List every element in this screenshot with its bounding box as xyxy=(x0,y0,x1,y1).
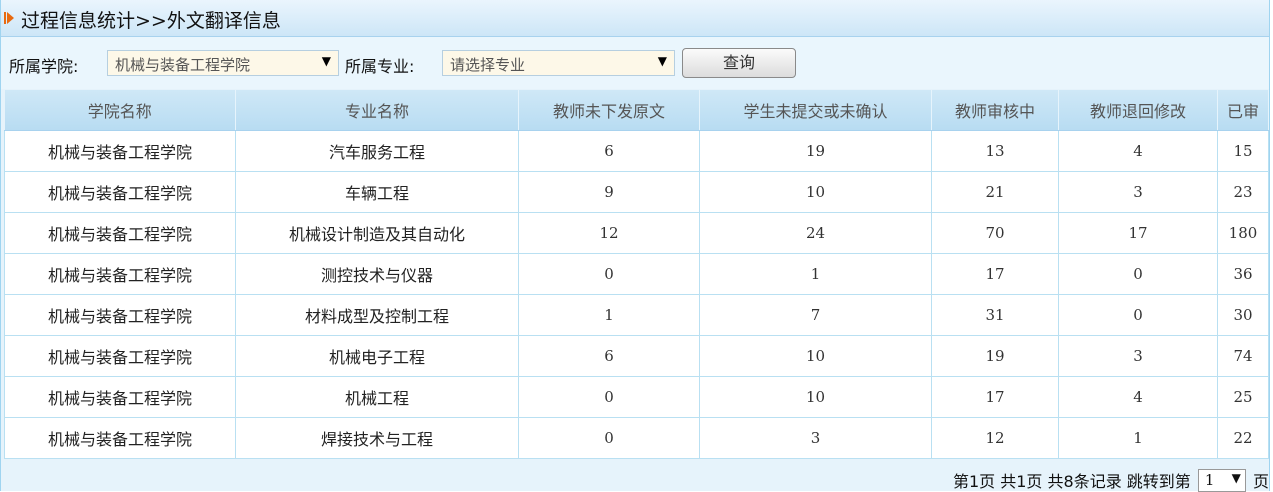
column-header: 已审 xyxy=(1217,90,1269,131)
table-cell: 机械与装备工程学院 xyxy=(4,212,236,254)
table-cell: 机械与装备工程学院 xyxy=(4,253,236,295)
table-cell: 焊接技术与工程 xyxy=(235,417,519,459)
table-cell: 机械与装备工程学院 xyxy=(4,376,236,418)
title-arrow-icon xyxy=(7,12,14,24)
column-header: 学生未提交或未确认 xyxy=(699,90,932,131)
table-cell: 31 xyxy=(931,294,1059,336)
filter-bar: 所属学院: 机械与装备工程学院 ▼ 所属专业: 请选择专业 ▼ 查询 xyxy=(1,37,1269,89)
table-cell: 3 xyxy=(1058,335,1218,377)
table-cell: 12 xyxy=(931,417,1059,459)
table-cell: 36 xyxy=(1217,253,1269,295)
table-cell: 23 xyxy=(1217,171,1269,213)
title-bar: 过程信息统计>>外文翻译信息 xyxy=(1,0,1269,37)
table-row: 机械与装备工程学院 车辆工程 9 10 21 3 23 xyxy=(4,171,1269,213)
table-cell: 17 xyxy=(931,253,1059,295)
college-select-value: 机械与装备工程学院 xyxy=(115,56,251,74)
major-select-placeholder: 请选择专业 xyxy=(450,56,526,74)
table-cell: 1 xyxy=(518,294,700,336)
table-cell: 0 xyxy=(518,253,700,295)
table-cell: 17 xyxy=(931,376,1059,418)
table-cell: 1 xyxy=(1058,417,1218,459)
table-cell: 0 xyxy=(1058,253,1218,295)
table-cell: 机械与装备工程学院 xyxy=(4,417,236,459)
table-cell: 0 xyxy=(518,376,700,418)
table-cell: 15 xyxy=(1217,130,1269,172)
table-body: 机械与装备工程学院 汽车服务工程 6 19 13 4 15 机械与装备工程学院 车辆工程 9 10 2… xyxy=(4,130,1269,459)
table-cell: 13 xyxy=(931,130,1059,172)
page-title: 过程信息统计>>外文翻译信息 xyxy=(21,10,281,32)
table-cell: 19 xyxy=(931,335,1059,377)
college-select[interactable]: 机械与装备工程学院 ▼ xyxy=(107,50,339,76)
pagination-summary: 第1页 共1页 共8条记录 跳转到第 xyxy=(952,472,1191,491)
table-cell: 6 xyxy=(518,335,700,377)
table-cell: 机械工程 xyxy=(235,376,519,418)
table-cell: 21 xyxy=(931,171,1059,213)
major-select[interactable]: 请选择专业 ▼ xyxy=(442,50,675,76)
query-button[interactable]: 查询 xyxy=(682,48,796,78)
column-header: 教师未下发原文 xyxy=(518,90,700,131)
table-cell: 10 xyxy=(699,376,932,418)
table-row: 机械与装备工程学院 材料成型及控制工程 1 7 31 0 30 xyxy=(4,294,1269,336)
table-cell: 7 xyxy=(699,294,932,336)
college-label: 所属学院: xyxy=(9,57,79,76)
table-row: 机械与装备工程学院 焊接技术与工程 0 3 12 1 22 xyxy=(4,417,1269,459)
table-cell: 机械与装备工程学院 xyxy=(4,335,236,377)
dropdown-arrow-icon: ▼ xyxy=(657,54,667,68)
table-cell: 材料成型及控制工程 xyxy=(235,294,519,336)
table-cell: 12 xyxy=(518,212,700,254)
table-cell: 1 xyxy=(699,253,932,295)
table-cell: 车辆工程 xyxy=(235,171,519,213)
table-cell: 3 xyxy=(1058,171,1218,213)
title-marker-icon xyxy=(4,12,6,24)
table-cell: 机械与装备工程学院 xyxy=(4,130,236,172)
table-cell: 17 xyxy=(1058,212,1218,254)
dropdown-arrow-icon: ▼ xyxy=(1231,470,1241,485)
column-header: 学院名称 xyxy=(4,90,236,131)
table-cell: 测控技术与仪器 xyxy=(235,253,519,295)
table-cell: 70 xyxy=(931,212,1059,254)
column-header: 教师审核中 xyxy=(931,90,1059,131)
table-cell: 汽车服务工程 xyxy=(235,130,519,172)
table-cell: 4 xyxy=(1058,130,1218,172)
table-cell: 机械设计制造及其自动化 xyxy=(235,212,519,254)
table-cell: 10 xyxy=(699,171,932,213)
pagination-suffix: 页 xyxy=(1252,472,1269,491)
table-row: 机械与装备工程学院 机械工程 0 10 17 4 25 xyxy=(4,376,1269,418)
table-row: 机械与装备工程学院 机械设计制造及其自动化 12 24 70 17 180 xyxy=(4,212,1269,254)
table-row: 机械与装备工程学院 测控技术与仪器 0 1 17 0 36 xyxy=(4,253,1269,295)
table-cell: 0 xyxy=(518,417,700,459)
stats-table: 学院名称 专业名称 教师未下发原文 学生未提交或未确认 教师审核中 教师退回修改 已审 机械… xyxy=(4,90,1269,459)
table-cell: 6 xyxy=(518,130,700,172)
table-row: 机械与装备工程学院 机械电子工程 6 10 19 3 74 xyxy=(4,335,1269,377)
table-cell: 19 xyxy=(699,130,932,172)
pagination-bar: 第1页 共1页 共8条记录 跳转到第 1 ▼ 页 xyxy=(952,468,1269,492)
table-cell: 74 xyxy=(1217,335,1269,377)
table-row: 机械与装备工程学院 汽车服务工程 6 19 13 4 15 xyxy=(4,130,1269,172)
table-cell: 30 xyxy=(1217,294,1269,336)
table-cell: 3 xyxy=(699,417,932,459)
major-label: 所属专业: xyxy=(345,57,415,76)
table-cell: 25 xyxy=(1217,376,1269,418)
table-cell: 机械与装备工程学院 xyxy=(4,294,236,336)
column-header: 专业名称 xyxy=(235,90,519,131)
table-cell: 9 xyxy=(518,171,700,213)
table-cell: 24 xyxy=(699,212,932,254)
table-cell: 4 xyxy=(1058,376,1218,418)
table-cell: 机械电子工程 xyxy=(235,335,519,377)
dropdown-arrow-icon: ▼ xyxy=(321,54,331,68)
page-jump-select[interactable]: 1 ▼ xyxy=(1197,468,1246,492)
table-cell: 22 xyxy=(1217,417,1269,459)
table-cell: 180 xyxy=(1217,212,1269,254)
table-cell: 10 xyxy=(699,335,932,377)
column-header: 教师退回修改 xyxy=(1058,90,1218,131)
page-jump-value: 1 xyxy=(1204,470,1215,489)
table-header-row: 学院名称 专业名称 教师未下发原文 学生未提交或未确认 教师审核中 教师退回修改 已审 xyxy=(4,90,1269,131)
table-cell: 机械与装备工程学院 xyxy=(4,171,236,213)
table-cell: 0 xyxy=(1058,294,1218,336)
